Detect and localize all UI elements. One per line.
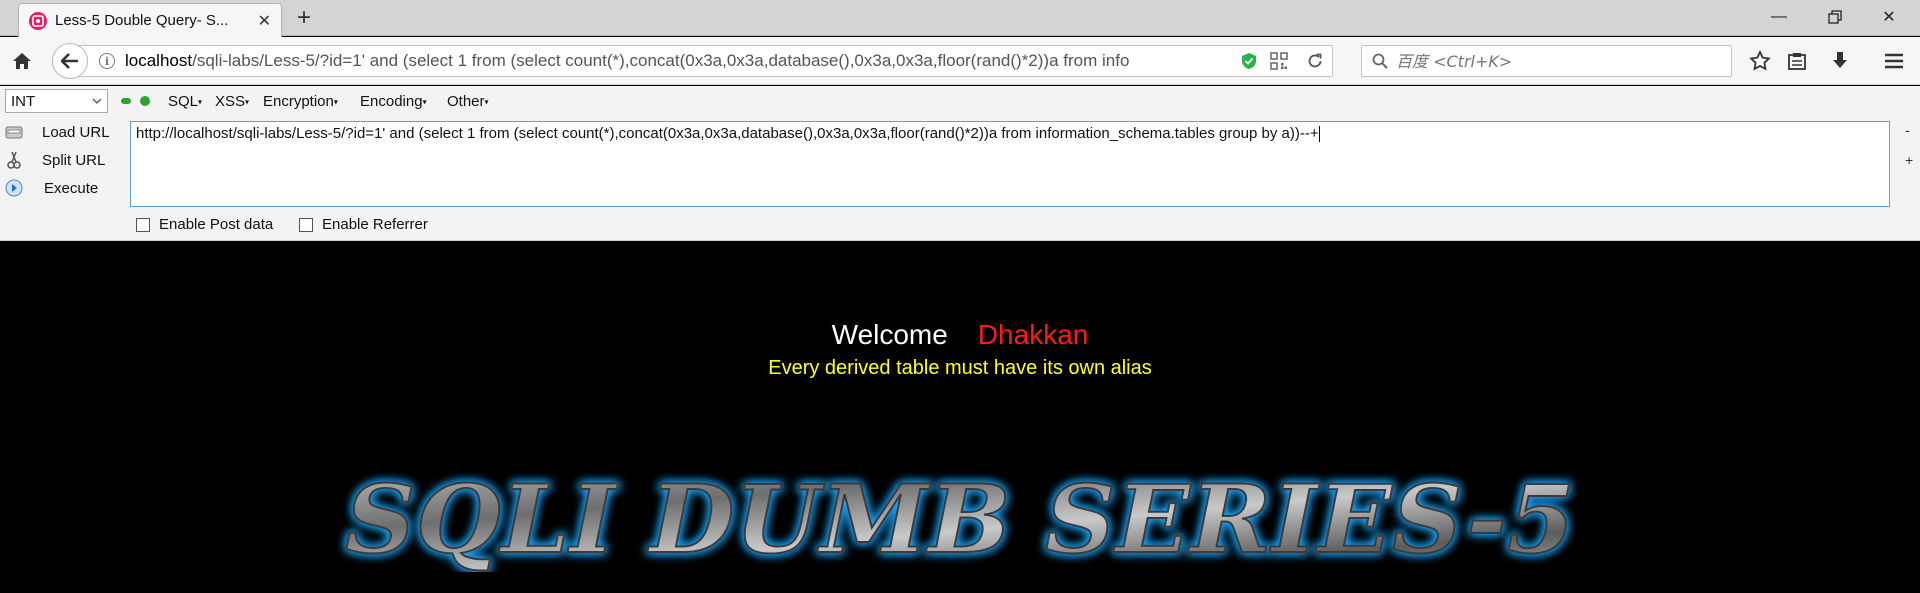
site-favicon-icon [29,11,47,30]
url-textarea-value: http://localhost/sqli-labs/Less-5/?id=1'… [136,125,1319,142]
shrink-textarea-button[interactable]: - [1905,122,1910,138]
menu-encryption[interactable]: Encryption▾ [263,93,338,110]
increase-icon[interactable] [140,96,150,106]
tab-strip: Less-5 Double Query- S... ✕ + — ✕ [0,0,1920,37]
search-input[interactable] [1396,51,1716,71]
menu-encryption-label: Encryption [263,93,334,110]
int-select-value: INT [11,92,36,110]
enable-referrer-checkbox[interactable]: Enable Referrer [299,216,428,233]
menu-other-label: Other [447,93,485,110]
enable-post-data-label: Enable Post data [159,216,274,233]
split-url-label: Split URL [42,151,106,169]
enable-post-data-checkbox[interactable]: Enable Post data [136,216,273,233]
library-button[interactable] [1783,47,1811,75]
menu-encoding-label: Encoding [360,93,423,110]
scissors-icon [4,151,24,169]
address-bar[interactable]: i localhost/sqli-labs/Less-5/?id=1' and … [68,45,1333,77]
sql-error-message: Every derived table must have its own al… [768,357,1152,379]
reload-icon[interactable] [1304,50,1326,72]
search-icon [1372,53,1388,69]
load-url-icon [4,123,24,141]
menu-xss-label: XSS [215,93,246,110]
hamburger-menu-icon [1885,53,1903,69]
load-url-label: Load URL [42,123,110,141]
bookmark-star-button[interactable] [1746,47,1774,75]
close-window-button[interactable]: ✕ [1866,0,1912,34]
sqli-dumb-series-logo: SQLI DUMB SERIES-5 [344,464,1576,572]
search-bar[interactable] [1361,45,1732,77]
info-icon[interactable]: i [99,53,115,69]
clipboard-icon [1788,53,1806,70]
menu-button[interactable] [1880,47,1908,75]
close-tab-icon[interactable]: ✕ [258,11,271,31]
browser-tab[interactable]: Less-5 Double Query- S... ✕ [18,3,282,37]
home-icon [13,53,31,69]
tab-title: Less-5 Double Query- S... [55,12,229,29]
menu-xss[interactable]: XSS▾ [215,93,249,110]
back-arrow-icon [61,53,78,69]
restore-window-button[interactable] [1812,0,1858,34]
download-arrow-icon [1833,52,1847,68]
int-type-select[interactable]: INT [5,89,108,113]
split-url-button[interactable]: Split URL [4,148,105,172]
welcome-line: Welcome Dhakkan [0,319,1920,351]
url-input[interactable]: localhost/sqli-labs/Less-5/?id=1' and (s… [125,51,1230,71]
load-url-button[interactable]: Load URL [4,120,110,144]
enable-referrer-label: Enable Referrer [322,216,428,233]
downloads-button[interactable] [1826,47,1854,75]
text-cursor [1318,126,1320,143]
menu-sql-label: SQL [168,93,199,110]
referrer-checkbox-box[interactable] [299,217,313,232]
menu-encoding[interactable]: Encoding▾ [360,93,427,110]
new-tab-button[interactable]: + [290,4,318,32]
star-icon [1749,50,1771,71]
user-name-text: Dhakkan [977,319,1089,350]
logo-text: SQLI DUMB SERIES-5 [345,465,1575,572]
menu-sql[interactable]: SQL▾ [168,93,202,110]
execute-button[interactable]: Execute [4,176,98,200]
hackbar-panel: INT SQL▾ XSS▾ Encryption▾ Encoding▾ Othe… [0,86,1920,241]
url-host: localhost [125,51,193,70]
url-path: /sqli-labs/Less-5/?id=1' and (select 1 f… [192,51,1130,70]
menu-other[interactable]: Other▾ [447,93,489,110]
welcome-text: Welcome [831,319,948,350]
shield-icon[interactable] [1238,50,1260,72]
execute-label: Execute [44,179,99,197]
decrease-icon[interactable] [121,98,131,104]
page-content: Welcome Dhakkan Every derived table must … [0,242,1920,593]
minimize-window-button[interactable]: — [1756,0,1802,34]
qr-code-icon[interactable] [1268,50,1290,72]
home-button[interactable] [9,48,35,74]
url-textarea[interactable]: http://localhost/sqli-labs/Less-5/?id=1'… [130,121,1890,207]
chevron-down-icon [92,98,102,104]
back-button[interactable] [52,43,88,79]
expand-textarea-button[interactable]: + [1905,152,1913,168]
play-icon [4,179,24,197]
post-data-checkbox-box[interactable] [136,217,150,232]
navigation-toolbar: i localhost/sqli-labs/Less-5/?id=1' and … [0,37,1920,85]
